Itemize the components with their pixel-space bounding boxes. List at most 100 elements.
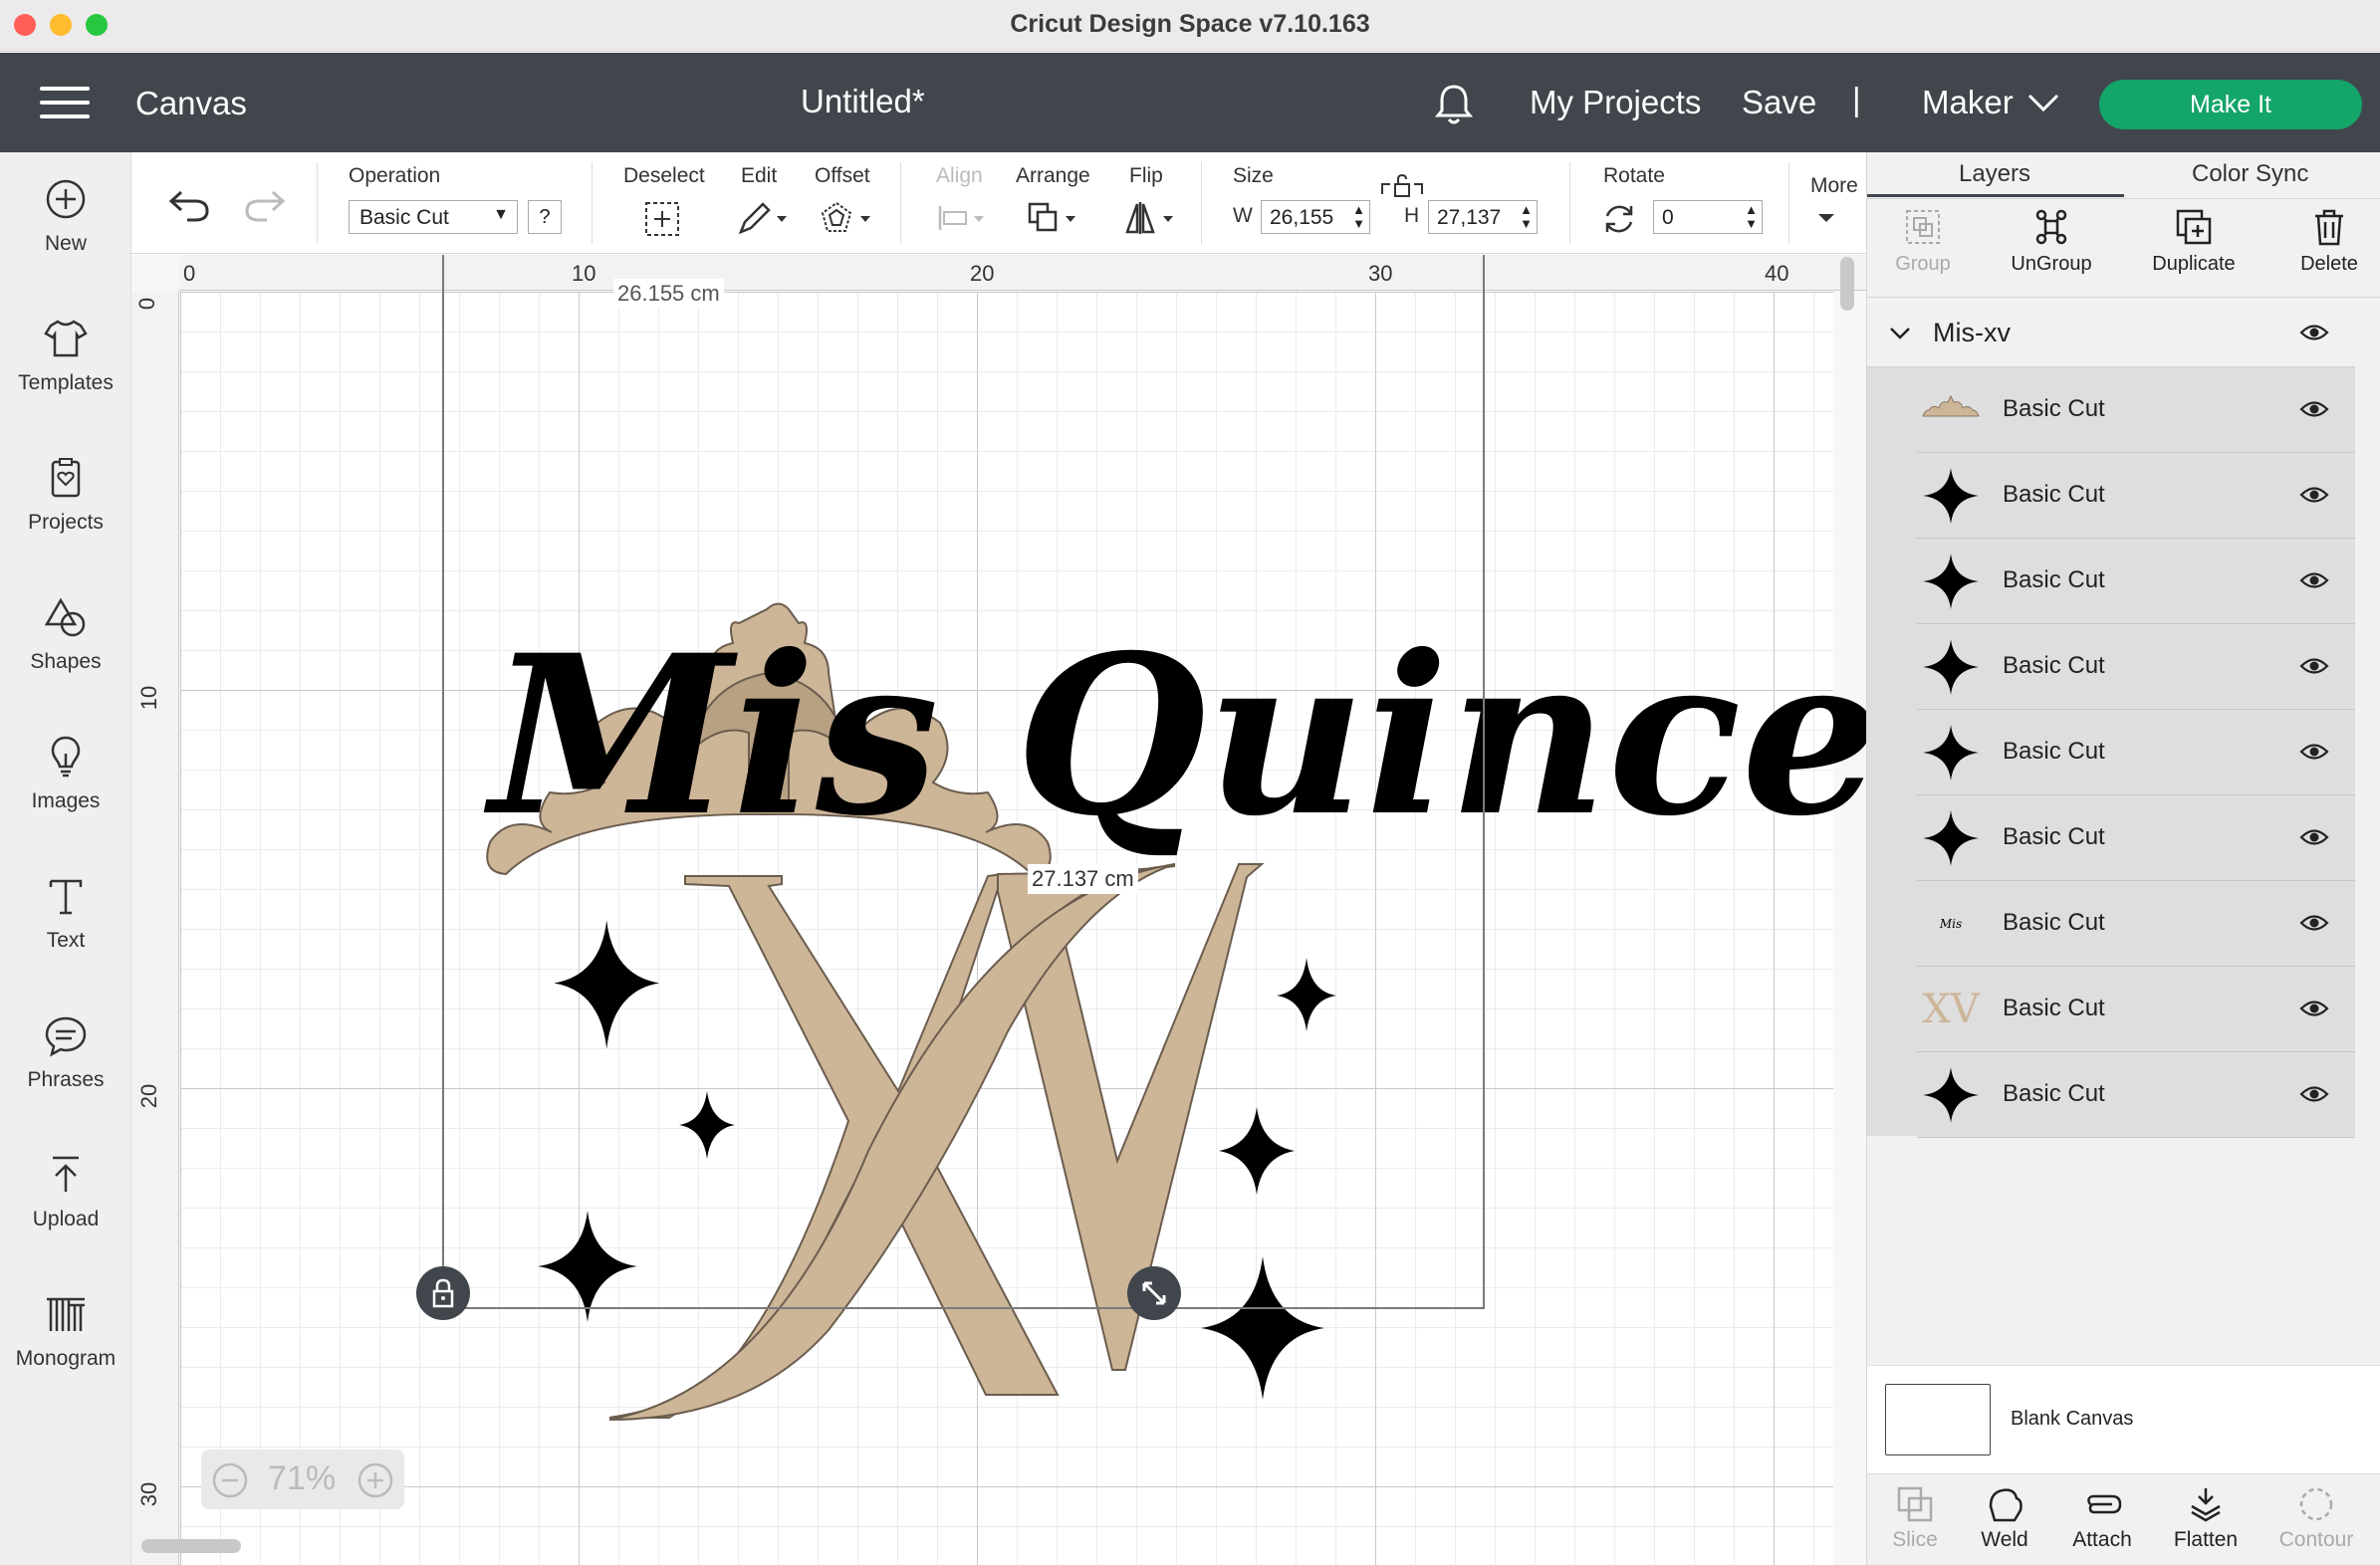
layer-row[interactable]: XV Basic Cut — [1917, 967, 2355, 1052]
rotate-input[interactable]: 0 ▲ ▼ — [1653, 200, 1763, 234]
action-label: Flatten — [2173, 1528, 2239, 1551]
sidebar-item-upload[interactable]: Upload — [0, 1152, 131, 1231]
caret-down-icon[interactable] — [1814, 210, 1838, 226]
sidebar-item-monogram[interactable]: Monogram — [0, 1291, 131, 1371]
tab-color-sync[interactable]: Color Sync — [2192, 160, 2308, 188]
zoom-out-icon[interactable] — [211, 1461, 249, 1499]
lock-ratio-icon[interactable] — [1380, 172, 1424, 202]
sidebar-item-text[interactable]: Text — [0, 873, 131, 953]
contour-button[interactable]: Contour — [2271, 1484, 2361, 1552]
my-projects-link[interactable]: My Projects — [1530, 84, 1701, 121]
save-button[interactable]: Save — [1742, 84, 1816, 121]
zoom-in-icon[interactable] — [357, 1461, 394, 1499]
offset-label: Offset — [815, 164, 870, 187]
sidebar-item-templates[interactable]: Templates — [0, 316, 131, 395]
text-icon — [49, 879, 83, 915]
attach-button[interactable]: Attach — [2062, 1484, 2142, 1552]
eye-icon[interactable] — [2299, 322, 2329, 343]
sidebar-item-new[interactable]: New — [0, 176, 131, 256]
rotate-icon[interactable] — [1601, 202, 1637, 236]
group-button[interactable]: Group — [1891, 207, 1955, 276]
eye-icon[interactable] — [2299, 998, 2329, 1019]
sidebar-item-projects[interactable]: Projects — [0, 455, 131, 535]
action-label: UnGroup — [2011, 253, 2092, 275]
sidebar-item-phrases[interactable]: Phrases — [0, 1012, 131, 1092]
delete-button[interactable]: Delete — [2289, 207, 2369, 276]
slice-icon — [1897, 1486, 1933, 1522]
tshirt-icon — [44, 320, 88, 357]
layer-name: Basic Cut — [2003, 823, 2105, 850]
rotate-label: Rotate — [1603, 164, 1665, 187]
panel-tabs: Layers Color Sync — [1867, 152, 2380, 197]
width-value: 26,155 — [1270, 206, 1334, 229]
eye-icon[interactable] — [2299, 741, 2329, 763]
resize-handle-icon[interactable] — [1127, 1266, 1181, 1320]
width-input[interactable]: 26,155 ▲ ▼ — [1261, 200, 1370, 234]
machine-selector[interactable]: Maker — [1922, 84, 2014, 121]
duplicate-button[interactable]: Duplicate — [2144, 207, 2244, 276]
eye-icon[interactable] — [2299, 484, 2329, 506]
eye-icon[interactable] — [2299, 912, 2329, 934]
section-title: Canvas — [135, 85, 247, 121]
operation-help-button[interactable]: ? — [528, 200, 562, 234]
eye-icon[interactable] — [2299, 398, 2329, 420]
design-canvas[interactable]: 0 10 20 30 40 0 10 20 30 Mis Quince 26.1… — [131, 255, 1866, 1565]
ungroup-button[interactable]: UnGroup — [2007, 207, 2096, 276]
layer-row[interactable]: Basic Cut — [1917, 1052, 2355, 1138]
selection-box[interactable] — [442, 255, 1485, 1309]
blank-canvas-row[interactable]: Blank Canvas — [1867, 1365, 2380, 1474]
window-title-bar: Cricut Design Space v7.10.163 — [0, 0, 2380, 52]
chevron-down-icon[interactable] — [1889, 326, 1911, 341]
eye-icon[interactable] — [2299, 655, 2329, 677]
app-header: Canvas Untitled* My Projects Save | Make… — [0, 53, 2380, 152]
chevron-down-icon[interactable] — [2027, 93, 2059, 112]
arrange-icon[interactable] — [1026, 200, 1081, 236]
flip-icon[interactable] — [1123, 200, 1179, 236]
layer-row[interactable]: Basic Cut — [1917, 367, 2355, 453]
flatten-button[interactable]: Flatten — [2166, 1484, 2246, 1552]
align-icon[interactable] — [934, 200, 990, 236]
redo-icon[interactable] — [243, 188, 287, 222]
pencil-icon[interactable] — [735, 200, 791, 236]
layer-name: Basic Cut — [2003, 481, 2105, 508]
menu-icon[interactable] — [40, 87, 90, 118]
layer-row[interactable]: Basic Cut — [1917, 795, 2355, 881]
layer-name: Basic Cut — [2003, 652, 2105, 679]
xv-thumbnail: XV — [1922, 987, 1980, 1032]
contour-icon — [2299, 1487, 2333, 1521]
layer-row[interactable]: Basic Cut — [1917, 453, 2355, 539]
eye-icon[interactable] — [2299, 569, 2329, 591]
eye-icon[interactable] — [2299, 826, 2329, 848]
stepper-icon[interactable]: ▲ ▼ — [1745, 203, 1758, 231]
blank-canvas-swatch[interactable] — [1885, 1384, 1991, 1455]
document-title[interactable]: Untitled* — [801, 83, 925, 120]
layer-row[interactable]: Basic Cut — [1917, 624, 2355, 710]
star-thumbnail — [1923, 1067, 1979, 1123]
action-label: Delete — [2300, 253, 2358, 275]
weld-button[interactable]: Weld — [1973, 1484, 2036, 1552]
make-it-button[interactable]: Make It — [2099, 80, 2362, 129]
stepper-icon[interactable]: ▲ ▼ — [1352, 203, 1365, 231]
action-label: Attach — [2072, 1528, 2132, 1551]
offset-icon[interactable] — [819, 200, 874, 236]
undo-icon[interactable] — [167, 188, 211, 222]
lock-handle-icon[interactable] — [416, 1266, 470, 1320]
eye-icon[interactable] — [2299, 1083, 2329, 1105]
tab-layers[interactable]: Layers — [1959, 160, 2030, 188]
slice-button[interactable]: Slice — [1883, 1484, 1947, 1552]
layer-row[interactable]: Basic Cut — [1917, 710, 2355, 795]
sidebar-item-shapes[interactable]: Shapes — [0, 594, 131, 674]
bell-icon[interactable] — [1434, 83, 1474, 126]
layers-panel: Layers Color Sync Group UnGroup Duplicat… — [1866, 152, 2380, 1565]
operation-select[interactable]: Basic Cut ▼ — [349, 200, 518, 234]
layer-row[interactable]: Mis Quince Basic Cut — [1917, 881, 2355, 991]
height-input[interactable]: 27,137 ▲ ▼ — [1428, 200, 1538, 234]
stepper-icon[interactable]: ▲ ▼ — [1520, 203, 1533, 231]
sidebar-item-images[interactable]: Images — [0, 734, 131, 813]
layer-group-row[interactable]: Mis-xv — [1867, 300, 2355, 367]
layer-row[interactable]: Basic Cut — [1917, 539, 2355, 624]
deselect-icon[interactable] — [643, 200, 681, 238]
trash-icon — [2315, 209, 2343, 246]
horizontal-scrollbar[interactable] — [141, 1539, 241, 1553]
vertical-scrollbar[interactable] — [1840, 257, 1854, 311]
